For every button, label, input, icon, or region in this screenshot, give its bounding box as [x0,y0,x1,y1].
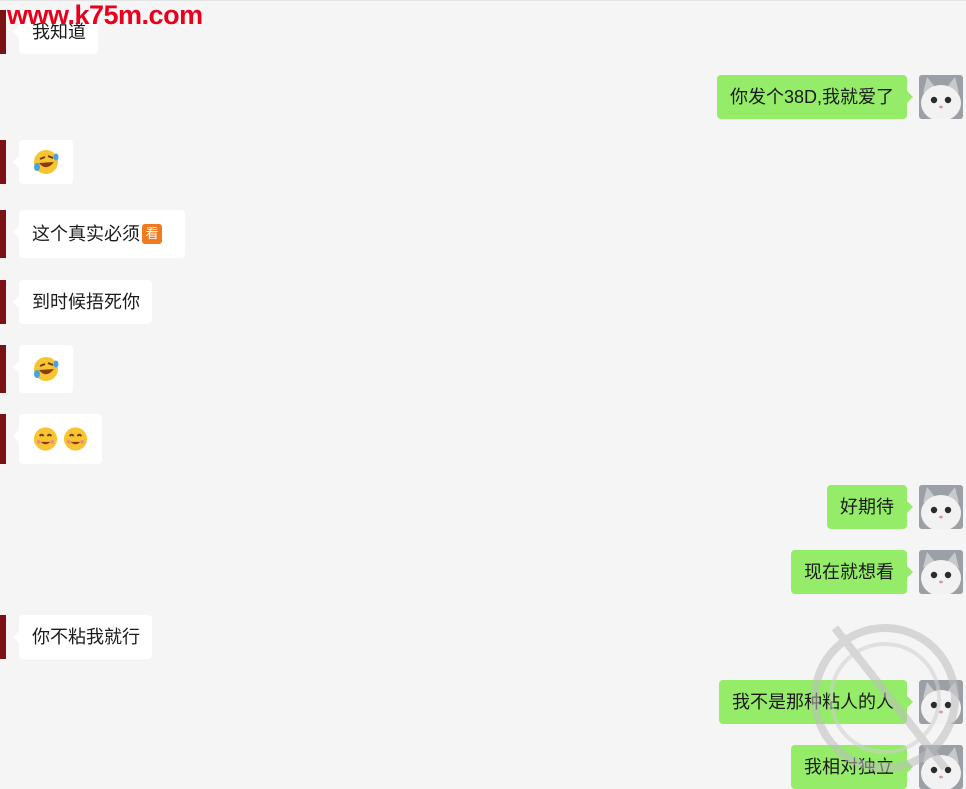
message-text: 现在就想看 [804,562,894,582]
message-text: 好期待 [840,497,894,517]
incoming-bubble[interactable]: 到时候捂死你 [13,280,152,324]
site-watermark: www.k75m.com [7,0,203,30]
message-row [0,345,966,393]
cat-avatar[interactable] [919,550,963,594]
message-row [0,414,966,464]
kan-badge-icon: 看 [142,224,162,245]
outgoing-bubble[interactable]: 现在就想看 [791,550,913,594]
message-text: 到时候捂死你 [32,292,140,312]
message-row: 现在就想看 [0,550,966,594]
left-marker [0,615,6,659]
left-marker [0,280,6,324]
message-text: 这个真实必须 [32,224,140,244]
cat-avatar[interactable] [919,75,963,119]
outgoing-bubble[interactable]: 好期待 [827,485,913,529]
incoming-bubble[interactable] [13,345,73,393]
outgoing-bubble[interactable]: 你发个38D,我就爱了 [716,75,914,119]
incoming-bubble[interactable] [13,140,73,184]
message-row: 你发个38D,我就爱了 [0,75,966,119]
incoming-bubble[interactable] [13,414,102,464]
watermark-stamp-icon [811,624,959,772]
left-marker [0,345,6,393]
cat-avatar-icon [919,550,963,594]
left-marker [0,414,6,464]
message-text: 你发个38D,我就爱了 [729,87,894,107]
drool-emoji-icon [33,427,58,451]
cat-avatar[interactable] [919,485,963,529]
left-marker [0,140,6,184]
rofl-emoji-icon [34,150,59,174]
left-marker [0,210,6,258]
message-text: 你不粘我就行 [32,627,140,647]
message-row: 好期待 [0,485,966,529]
message-row: 到时候捂死你 [0,280,966,324]
cat-avatar-icon [919,75,963,119]
left-marker [0,10,6,54]
drool-emoji-icon [63,427,88,451]
message-row: 这个真实必须看 [0,210,966,258]
rofl-emoji-icon [34,357,59,381]
incoming-bubble[interactable]: 这个真实必须看 [13,210,185,258]
message-row [0,140,966,184]
cat-avatar-icon [919,485,963,529]
incoming-bubble[interactable]: 你不粘我就行 [13,615,152,659]
